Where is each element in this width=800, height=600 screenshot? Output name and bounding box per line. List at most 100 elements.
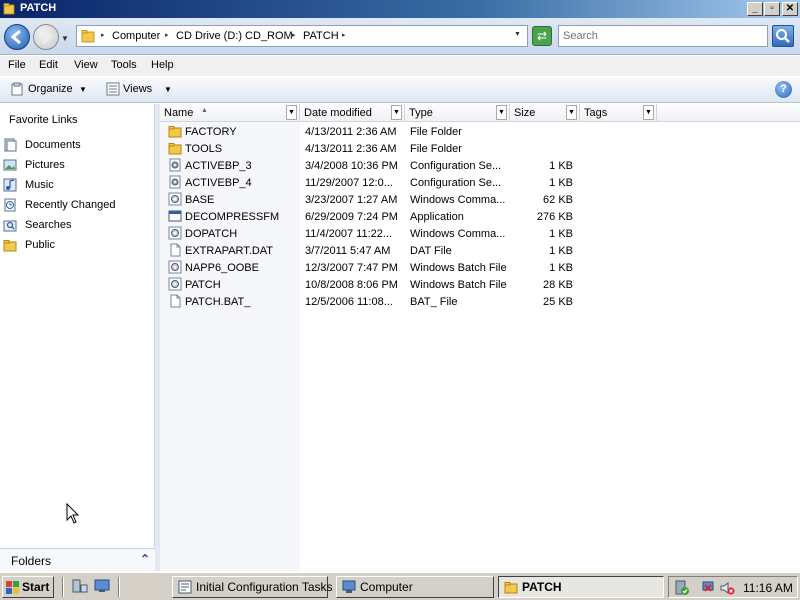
file-row[interactable]: PATCH.BAT_ 12/5/2006 11:08... BAT_ File 25 … xyxy=(160,293,800,310)
address-box[interactable]: ▸ Computer ▸ CD Drive (D:) CD_ROM ▸ PATC… xyxy=(76,25,528,47)
file-row[interactable]: FACTORY 4/13/2011 2:36 AM File Folder xyxy=(160,123,800,140)
server-manager-icon[interactable] xyxy=(72,579,88,593)
column-headers: Name ▲ ▼ Date modified ▼ Type ▼ Size ▼ T… xyxy=(160,104,800,122)
maximize-button[interactable]: ▫ xyxy=(764,2,780,16)
address-dropdown-icon[interactable]: ▼ xyxy=(514,31,521,38)
menu-help[interactable]: Help xyxy=(151,59,174,71)
clock[interactable]: 11:16 AM xyxy=(743,581,793,595)
folder-icon xyxy=(168,126,182,138)
nav-link-label: Recently Changed xyxy=(25,199,116,211)
search-button[interactable] xyxy=(772,25,794,47)
back-button[interactable] xyxy=(4,24,30,50)
breadcrumb-patch[interactable]: PATCH xyxy=(303,30,339,42)
nav-link-documents[interactable]: Documents xyxy=(0,136,155,154)
batch-file-icon xyxy=(168,226,182,240)
chevron-down-icon[interactable]: ▼ xyxy=(286,105,297,120)
breadcrumb-arrow-icon[interactable]: ▸ xyxy=(165,31,169,39)
menu-file[interactable]: File xyxy=(8,59,26,71)
column-header-name[interactable]: Name ▲ ▼ xyxy=(160,104,300,122)
column-header-label: Date modified xyxy=(304,107,372,119)
organize-button[interactable]: Organize ▼ xyxy=(8,77,90,102)
start-button[interactable]: Start xyxy=(2,576,54,598)
views-icon xyxy=(106,82,120,96)
file-type: Application xyxy=(410,211,464,223)
volume-muted-icon[interactable] xyxy=(719,580,735,596)
file-row[interactable]: DOPATCH 11/4/2007 11:22... Windows Comma..… xyxy=(160,225,800,242)
file-row[interactable]: NAPP6_OOBE 12/3/2007 7:47 PM Windows Batch… xyxy=(160,259,800,276)
nav-link-public[interactable]: Public xyxy=(0,236,155,254)
file-name: EXTRAPART.DAT xyxy=(185,245,274,257)
file-name: TOOLS xyxy=(185,143,223,155)
file-type: Configuration Se... xyxy=(410,160,502,172)
taskbar-button-initial-configuration-tasks[interactable]: Initial Configuration Tasks xyxy=(172,576,333,598)
configuration-file-icon xyxy=(169,175,181,189)
breadcrumb-arrow-icon[interactable]: ▸ xyxy=(292,31,296,39)
nav-link-pictures[interactable]: Pictures xyxy=(0,156,155,174)
menu-edit[interactable]: Edit xyxy=(39,59,58,71)
batch-file-icon xyxy=(168,192,182,206)
command-bar: Organize ▼ Views ▼ ? xyxy=(0,77,800,103)
chevron-down-icon[interactable]: ▼ xyxy=(496,105,507,120)
taskbar-button-label: Computer xyxy=(360,580,413,594)
chevron-down-icon[interactable]: ▼ xyxy=(566,105,577,120)
folders-toggle[interactable]: Folders ⌃ xyxy=(0,548,155,571)
file-row[interactable]: ACTIVEBP_3 3/4/2008 10:36 PM Configuration… xyxy=(160,157,800,174)
file-name: ACTIVEBP_3 xyxy=(185,160,252,172)
file-row[interactable]: PATCH 10/8/2008 8:06 PM Windows Batch File… xyxy=(160,276,800,293)
file-row[interactable]: DECOMPRESSFM 6/29/2009 7:24 PM Application… xyxy=(160,208,800,225)
file-type: Windows Batch File xyxy=(410,262,507,274)
column-header-label: Tags xyxy=(584,107,608,119)
network-disconnected-icon[interactable] xyxy=(702,580,718,596)
nav-link-label: Searches xyxy=(25,219,72,231)
file-name: NAPP6_OOBE xyxy=(185,262,259,274)
file-name: DECOMPRESSFM xyxy=(185,211,280,223)
menu-view[interactable]: View xyxy=(74,59,98,71)
file-date-modified: 12/5/2006 11:08... xyxy=(305,296,393,308)
chevron-down-icon[interactable]: ▼ xyxy=(643,105,654,120)
file-icon xyxy=(170,243,181,257)
refresh-icon: ⇄ xyxy=(536,29,548,43)
file-type: Windows Batch File xyxy=(410,279,507,291)
help-button[interactable]: ? xyxy=(775,81,792,98)
chevron-down-icon[interactable]: ▼ xyxy=(391,105,402,120)
show-desktop-icon[interactable] xyxy=(94,579,110,593)
column-header-date-modified[interactable]: Date modified ▼ xyxy=(300,104,405,122)
nav-link-searches[interactable]: Searches xyxy=(0,216,155,234)
column-header-tags[interactable]: Tags ▼ xyxy=(580,104,657,122)
breadcrumb-arrow-icon[interactable]: ▸ xyxy=(342,31,346,39)
file-row[interactable]: BASE 3/23/2007 1:27 AM Windows Comma... 62 … xyxy=(160,191,800,208)
configuration-file-icon xyxy=(169,158,181,172)
taskbar-separator xyxy=(118,577,120,597)
file-size: 28 KB xyxy=(543,279,573,291)
nav-link-label: Pictures xyxy=(25,159,65,171)
nav-link-music[interactable]: Music xyxy=(0,176,155,194)
breadcrumb-arrow-icon[interactable]: ▸ xyxy=(101,31,105,39)
file-row[interactable]: TOOLS 4/13/2011 2:36 AM File Folder xyxy=(160,140,800,157)
views-label: Views xyxy=(123,83,153,95)
close-button[interactable]: ✕ xyxy=(782,2,798,16)
file-row[interactable]: ACTIVEBP_4 11/29/2007 12:0... Configuratio… xyxy=(160,174,800,191)
taskbar-separator xyxy=(62,577,64,597)
file-row[interactable]: EXTRAPART.DAT 3/7/2011 5:47 AM DAT File 1 K… xyxy=(160,242,800,259)
title-bar[interactable]: PATCH _ ▫ ✕ xyxy=(0,0,800,18)
column-header-size[interactable]: Size ▼ xyxy=(510,104,580,122)
column-header-type[interactable]: Type ▼ xyxy=(405,104,510,122)
nav-link-recently-changed[interactable]: Recently Changed xyxy=(0,196,155,214)
taskbar-button-computer[interactable]: Computer xyxy=(336,576,494,598)
batch-file-icon xyxy=(168,277,182,291)
breadcrumb-cd-drive[interactable]: CD Drive (D:) CD_ROM xyxy=(176,30,293,42)
security-status-icon[interactable] xyxy=(674,580,690,596)
recent-pages-dropdown-icon[interactable]: ▼ xyxy=(61,34,69,43)
file-list: Name ▲ ▼ Date modified ▼ Type ▼ Size ▼ T… xyxy=(160,104,800,571)
forward-button[interactable] xyxy=(33,24,59,50)
folders-label: Folders xyxy=(11,554,52,568)
refresh-button[interactable]: ⇄ xyxy=(532,26,552,46)
views-button[interactable]: Views ▼ xyxy=(105,77,175,102)
search-input[interactable] xyxy=(558,25,768,47)
menu-tools[interactable]: Tools xyxy=(111,59,137,71)
breadcrumb-computer[interactable]: Computer xyxy=(112,30,160,42)
minimize-button[interactable]: _ xyxy=(747,2,763,16)
taskbar-button-patch[interactable]: PATCH xyxy=(498,576,664,598)
search-icon xyxy=(776,29,790,43)
nav-link-label: Documents xyxy=(25,139,81,151)
